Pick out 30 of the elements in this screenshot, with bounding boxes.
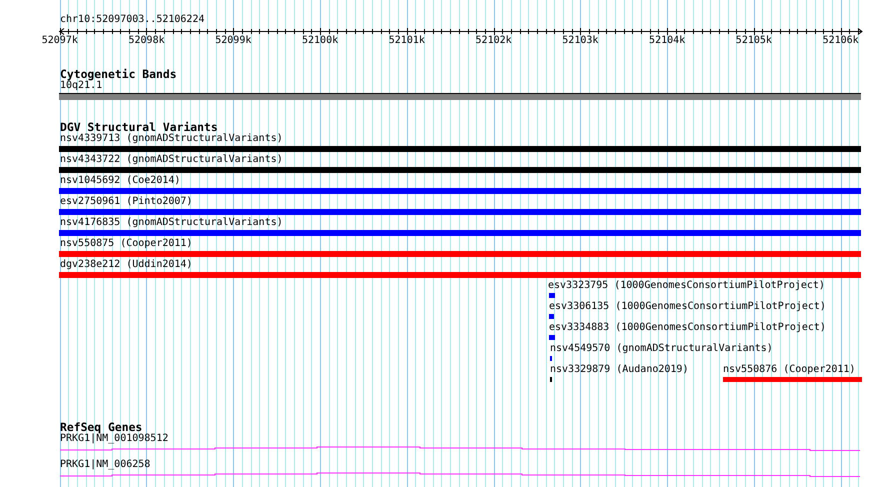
location-label: chr10:52097003..52106224 <box>60 14 204 26</box>
variant-label: esv3334883 (1000GenomesConsortiumPilotProject) <box>549 322 826 334</box>
variant-label: nsv4176835 (gnomADStructuralVariants) <box>60 217 283 229</box>
variant-label: nsv1045692 (Coe2014) <box>60 175 180 187</box>
track-title: Cytogenetic Bands <box>59 68 178 80</box>
variant-label: nsv3329879 (Audano2019) <box>550 364 688 376</box>
tick-label: 52098k <box>128 35 165 47</box>
variant-label: nsv550875 (Cooper2011) <box>60 238 192 250</box>
variant-label: nsv550876 (Cooper2011) <box>723 364 856 376</box>
tick-label: 52099k <box>215 35 252 47</box>
band-label: 10q21.1 <box>59 80 102 92</box>
variant-label: nsv4549570 (gnomADStructuralVariants) <box>550 343 773 355</box>
variant-label: nsv4339713 (gnomADStructuralVariants) <box>60 133 283 145</box>
variant-label: esv3306135 (1000GenomesConsortiumPilotProject) <box>549 301 826 313</box>
tick-label: 52103k <box>562 35 598 47</box>
gene-label: PRKG1|NM_006258 <box>59 459 152 471</box>
tick-label: 52106k <box>822 35 859 47</box>
tick-label: 52101k <box>388 35 425 47</box>
variant-label: esv3323795 (1000GenomesConsortiumPilotProject) <box>548 280 825 292</box>
track-title: RefSeq Genes <box>59 421 142 433</box>
tick-label: 52097k <box>42 35 78 47</box>
tick-label: 52104k <box>649 35 686 47</box>
tick-label: 52100k <box>302 35 338 47</box>
track-title: DGV Structural Variants <box>59 121 218 133</box>
variant-label: esv2750961 (Pinto2007) <box>60 196 192 208</box>
variant-label: dgv238e212 (Uddin2014) <box>60 259 192 271</box>
tick-label: 52105k <box>736 35 772 47</box>
variant-label: nsv4343722 (gnomADStructuralVariants) <box>60 154 283 166</box>
gene-label: PRKG1|NM_001098512 <box>59 433 170 445</box>
tick-label: 52102k <box>476 35 512 47</box>
